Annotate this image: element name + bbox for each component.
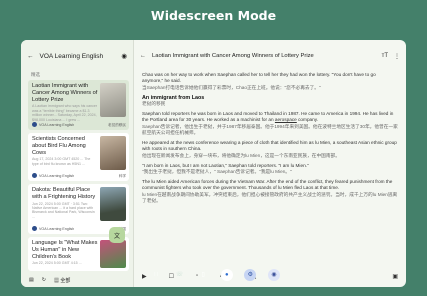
filter-all-button[interactable]: ▦ 全部 <box>54 277 70 284</box>
back-arrow-icon[interactable]: ← <box>27 53 34 60</box>
page-heading: Widescreen Mode <box>150 8 277 23</box>
article-top-bar: ← Laotian Immigrant with Cancer Among Wi… <box>134 40 406 72</box>
list-bottom-bar: ▤ ↻ ▦ 全部 <box>21 273 133 287</box>
more-options-icon[interactable]: ⋮ <box>394 53 400 60</box>
palette-icon[interactable]: ◉ <box>121 52 127 60</box>
voa-app-icon[interactable]: ◉ <box>267 268 280 281</box>
phone-icon[interactable]: ☏ <box>174 269 186 281</box>
paragraph-en: Saephan told reporters he was born in La… <box>142 111 394 123</box>
translate-icon: 文 <box>113 233 120 240</box>
card-thumbnail <box>100 240 126 268</box>
card-title: Dakota: Beautiful Place with a Frighteni… <box>32 187 96 200</box>
paragraph-en: He appeared at the news conference weari… <box>142 140 397 152</box>
paragraph-zh: 他出现在新闻发布会上，身穿一块布，将他确定为lu Mien，这是一个东南亚民族，… <box>142 152 340 158</box>
voa-logo-icon <box>32 226 37 231</box>
paragraph-en: Chao was on her way to work when Saephan… <box>142 72 376 84</box>
vocab-link[interactable]: aerospace <box>275 117 297 122</box>
card-thumbnail <box>100 83 126 117</box>
paragraph-en: The lu Mien aided American forces during… <box>142 179 393 191</box>
translate-fab[interactable]: 文 <box>109 227 125 243</box>
card-title: Language Is "What Makes Us Human" in New… <box>32 240 98 260</box>
section-heading: An immigrant from Laos <box>142 94 205 101</box>
section-heading-zh: 老挝的移民 <box>142 100 166 106</box>
card-source: VOA Learning English <box>32 173 74 178</box>
refresh-icon[interactable]: ↻ <box>42 277 46 283</box>
list-top-bar: ← VOA Learning English ◉ <box>21 40 133 72</box>
card-source: VOA Learning English <box>32 226 74 231</box>
messages-icon[interactable]: ▯ <box>197 269 209 281</box>
paragraph-zh: lu Mien在越南战争期间协助美军。冲突结束后，他们担心被接管政府的共产主义战… <box>142 191 398 204</box>
paragraph-zh: Saephan告诉记者，他出生于老挝，并于1987年移居泰国。他于1994年来到… <box>142 123 398 135</box>
article-content: Chao was on her way to work when Saephan… <box>134 72 406 204</box>
back-arrow-icon[interactable]: ← <box>140 53 146 59</box>
card-tag: 老挝的移民 <box>108 123 126 127</box>
play-icon[interactable]: ▶ <box>142 273 147 280</box>
card-title: Scientists Concerned about Bird Flu Amon… <box>32 136 86 156</box>
card-desc: Jun 22, 2024 5:00 GMT 4:15 ... <box>32 261 82 266</box>
section-label: 精选 <box>31 72 40 77</box>
settings-icon[interactable]: ⚙ <box>244 268 257 281</box>
list-item[interactable]: Laotian Immigrant with Cancer Among Winn… <box>28 80 129 130</box>
paragraph-zh: 当Saephan打电话告诉她他们赢得了彩票时，Chao正在上班。他说："您不必再… <box>142 84 321 90</box>
paragraph-zh: "我出生于老挝，但我不是老挝人，" Saephan告诉记者。"我是lu Mien… <box>142 169 292 175</box>
article-title: Laotian Immigrant with Cancer Among Winn… <box>152 53 314 59</box>
card-desc: Aug 17, 2024 3:00 GMT 4520 ... The type … <box>32 157 91 166</box>
app-title: VOA Learning English <box>39 52 104 60</box>
list-view-icon[interactable]: ▤ <box>29 277 34 283</box>
tablet-window: ← VOA Learning English ◉ 精选 Laotian Immi… <box>21 40 406 287</box>
voa-logo-icon <box>32 122 37 127</box>
article-list-pane: ← VOA Learning English ◉ 精选 Laotian Immi… <box>21 40 133 287</box>
chrome-icon[interactable]: ● <box>220 268 233 281</box>
apps-grid-icon[interactable]: ∷ <box>150 269 162 281</box>
card-title: Laotian Immigrant with Cancer Among Winn… <box>32 83 98 103</box>
article-pane: ← Laotian Immigrant with Cancer Among Wi… <box>134 40 406 287</box>
taskbar-dock: ∷ ☏ ▯ ● ⚙ ◉ <box>148 267 282 282</box>
card-desc: Jun 22, 2024 5:00 GMT · 3:51 Two Native … <box>32 201 95 219</box>
card-tag: 科学 <box>118 174 126 178</box>
card-thumbnail <box>100 187 126 221</box>
text-size-icon[interactable]: ᴛT <box>382 53 388 59</box>
card-desc: A Laotian immigrant who says his cancer … <box>32 104 98 122</box>
card-source: VOA Learning English <box>32 122 74 127</box>
note-icon[interactable]: ▣ <box>392 273 398 280</box>
list-item[interactable]: Scientists Concerned about Bird Flu Amon… <box>28 133 129 181</box>
voa-logo-icon <box>32 173 37 178</box>
card-thumbnail <box>100 136 126 170</box>
paragraph-en: "I am born in Laos, but I am not Laotian… <box>142 162 309 168</box>
